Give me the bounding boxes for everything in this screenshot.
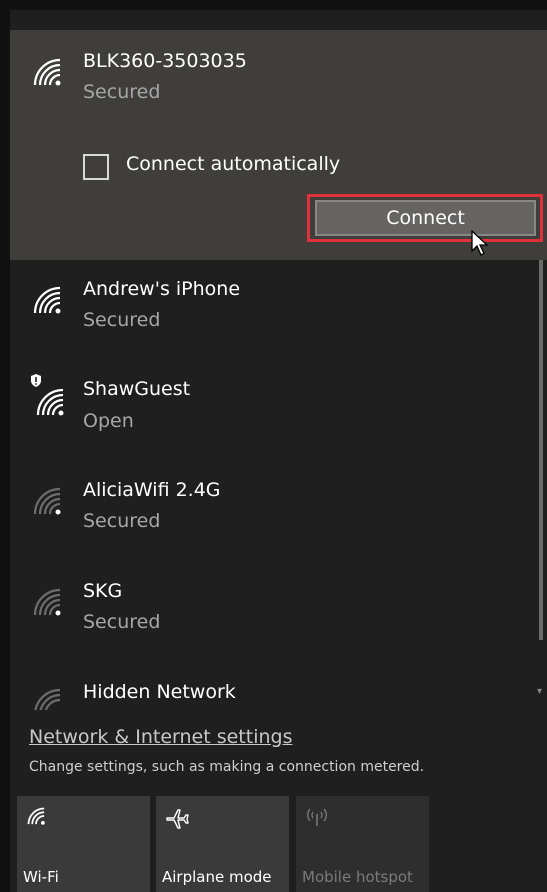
network-name: Hidden Network [83, 681, 236, 703]
scroll-down-icon[interactable]: ▾ [537, 686, 542, 697]
network-status: Secured [83, 611, 161, 633]
selected-network-name: BLK360-3503035 [83, 50, 247, 72]
wifi-open-shield-icon [31, 374, 64, 416]
tile-label: Wi-Fi [23, 868, 59, 886]
selected-network-status: Secured [83, 81, 161, 103]
network-status: Open [83, 410, 134, 432]
mouse-cursor-icon [471, 230, 489, 256]
network-status: Secured [83, 309, 161, 331]
mobile-hotspot-icon [307, 808, 327, 826]
scrollbar[interactable] [539, 260, 543, 640]
network-flyout: BLK360-3503035 Secured Connect automatic… [10, 10, 547, 892]
selected-network-card[interactable]: BLK360-3503035 Secured Connect automatic… [10, 30, 547, 260]
network-name: Andrew's iPhone [83, 278, 241, 300]
network-name: AliciaWifi 2.4G [83, 479, 221, 501]
tile-label: Airplane mode [162, 868, 272, 886]
wifi-icon [27, 807, 45, 825]
mobile-hotspot-quick-action[interactable]: Mobile hotspot [296, 796, 429, 892]
connect-automatically-checkbox[interactable] [83, 154, 109, 180]
network-name: ShawGuest [83, 378, 191, 400]
wifi-strong-icon [33, 286, 61, 314]
tile-label: Mobile hotspot [302, 868, 413, 886]
wifi-quick-action[interactable]: Wi-Fi [17, 796, 150, 892]
network-settings-link[interactable]: Network & Internet settings [29, 726, 292, 748]
connect-automatically-label[interactable]: Connect automatically [126, 153, 340, 175]
airplane-mode-quick-action[interactable]: Airplane mode [156, 796, 289, 892]
network-status: Secured [83, 510, 161, 532]
connect-button[interactable]: Connect [315, 200, 536, 236]
wifi-weak-icon [33, 487, 61, 515]
airplane-icon [166, 809, 189, 829]
network-settings-description: Change settings, such as making a connec… [29, 759, 425, 775]
network-name: SKG [83, 580, 123, 602]
wifi-weak-icon [33, 588, 61, 616]
wifi-secured-icon [33, 58, 61, 86]
